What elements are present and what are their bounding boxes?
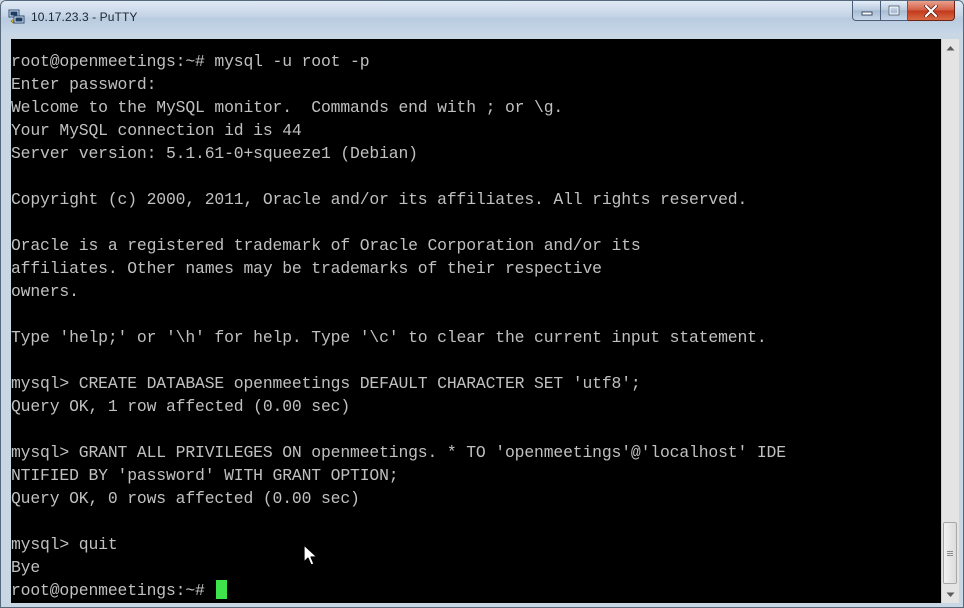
putty-window: 10.17.23.3 - PuTTY root@openmeetings:~# … (0, 0, 964, 608)
minimize-button[interactable] (852, 1, 881, 21)
vertical-scrollbar[interactable] (941, 39, 959, 603)
terminal-lines: root@openmeetings:~# mysql -u root -p Ent… (11, 50, 786, 602)
close-button[interactable] (908, 1, 955, 21)
scrollbar-thumb[interactable] (943, 522, 957, 584)
terminal-line: Oracle is a registered trademark of Orac… (11, 236, 641, 255)
close-icon (924, 4, 938, 17)
terminal-line: mysql> GRANT ALL PRIVILEGES ON openmeeti… (11, 443, 786, 462)
terminal-line: mysql> CREATE DATABASE openmeetings DEFA… (11, 374, 641, 393)
terminal-line: Server version: 5.1.61-0+squeeze1 (Debia… (11, 144, 418, 163)
terminal-line: Query OK, 1 row affected (0.00 sec) (11, 397, 351, 416)
terminal-line: mysql> quit (11, 535, 118, 554)
maximize-button[interactable] (881, 1, 908, 21)
terminal-line: Type 'help;' or '\h' for help. Type '\c'… (11, 328, 767, 347)
terminal-line: Query OK, 0 rows affected (0.00 sec) (11, 489, 360, 508)
minimize-icon (861, 11, 872, 15)
window-title: 10.17.23.3 - PuTTY (31, 10, 138, 24)
text-cursor (216, 580, 228, 599)
title-bar[interactable]: 10.17.23.3 - PuTTY (1, 1, 963, 33)
terminal-line: Copyright (c) 2000, 2011, Oracle and/or … (11, 190, 748, 209)
putty-icon[interactable] (8, 9, 26, 25)
terminal-line: affiliates. Other names may be trademark… (11, 259, 602, 278)
terminal-line: Your MySQL connection id is 44 (11, 121, 302, 140)
terminal-line: owners. (11, 282, 79, 301)
terminal-line: root@openmeetings:~# mysql -u root -p (11, 52, 370, 71)
terminal-line: Enter password: (11, 75, 157, 94)
arrow-up-icon (946, 45, 955, 50)
terminal-line: Bye (11, 558, 41, 577)
maximize-icon (888, 5, 900, 16)
terminal-line: NTIFIED BY 'password' WITH GRANT OPTION; (11, 466, 399, 485)
window-controls (852, 1, 955, 23)
terminal-line: Welcome to the MySQL monitor. Commands e… (11, 98, 564, 117)
shell-prompt: root@openmeetings:~# (11, 581, 215, 600)
mouse-pointer-icon (303, 544, 318, 566)
terminal-prompt-line: root@openmeetings:~# (11, 579, 786, 602)
thumb-grip (947, 552, 953, 554)
scroll-up-button[interactable] (942, 39, 959, 56)
scroll-down-button[interactable] (942, 586, 959, 603)
arrow-down-icon (946, 592, 955, 597)
terminal-output[interactable]: root@openmeetings:~# mysql -u root -p Ent… (11, 39, 941, 603)
